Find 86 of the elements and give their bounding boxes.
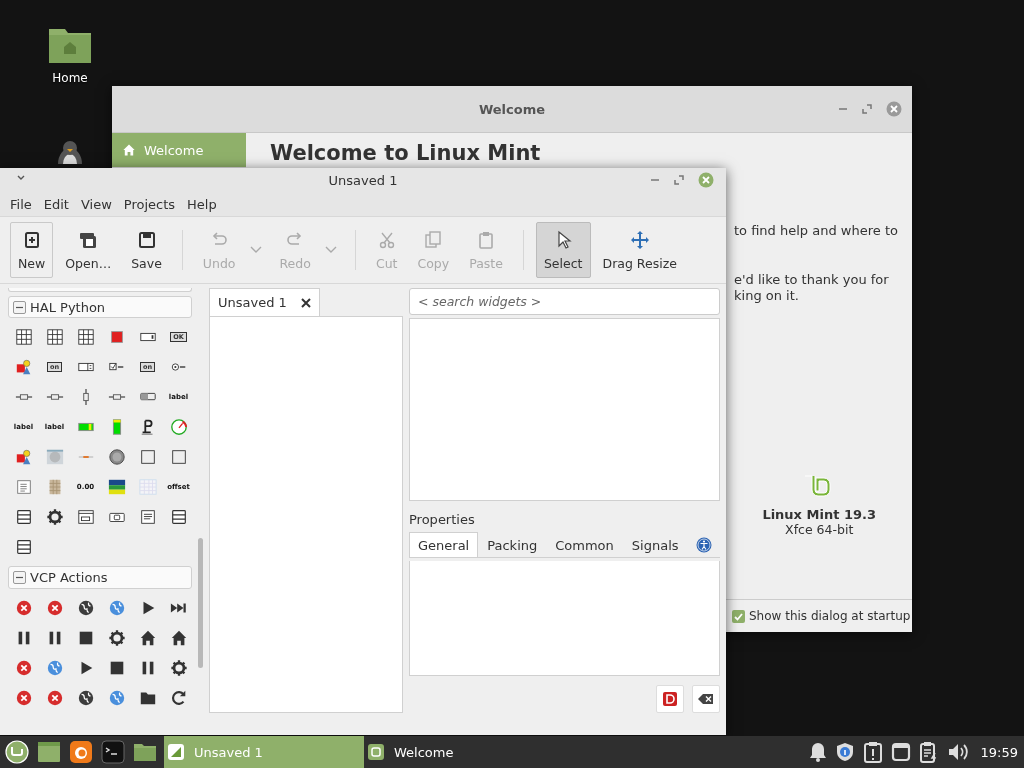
product-name: Linux Mint 19.3	[762, 507, 876, 522]
globe-icon[interactable]	[76, 689, 95, 707]
menu-icon[interactable]	[5, 740, 29, 764]
properties-tab[interactable]: Common	[546, 532, 623, 558]
move-arrows-icon	[629, 229, 650, 250]
palette-group-header[interactable]: HAL Python	[8, 295, 192, 319]
welcome-heading: Welcome to Linux Mint	[270, 141, 542, 165]
properties-tab[interactable]: Signals	[622, 532, 688, 558]
paragraph: to find help and where to	[734, 223, 899, 239]
chevron-icon[interactable]	[16, 174, 26, 182]
grid-icon[interactable]	[45, 328, 64, 347]
toolbar-button[interactable]: Drag Resize	[594, 222, 685, 278]
window-title: Unsaved 1	[328, 172, 398, 188]
toolbar-button[interactable]: Open…	[57, 222, 120, 278]
clock: 19:59	[980, 744, 1018, 760]
rows-icon[interactable]	[169, 508, 188, 527]
properties-tab[interactable]: General	[409, 532, 479, 558]
shield-icon[interactable]	[834, 742, 855, 762]
window-icon[interactable]	[890, 742, 911, 762]
error-circle-icon[interactable]	[14, 659, 33, 677]
knob-icon[interactable]	[107, 448, 126, 467]
toolbar-button[interactable]: New	[10, 222, 54, 278]
app-icon	[368, 744, 384, 760]
person-icon[interactable]	[14, 358, 33, 377]
close-icon[interactable]	[300, 297, 311, 308]
scrollbar-thumb[interactable]	[198, 538, 203, 668]
bell-icon[interactable]	[808, 742, 827, 762]
gear-icon[interactable]	[169, 659, 188, 677]
palette-group-header[interactable]: VCP Actions	[8, 566, 192, 589]
folder-icon[interactable]	[133, 742, 157, 762]
error-circle-icon[interactable]	[45, 689, 64, 707]
battery-icon[interactable]	[918, 741, 939, 763]
collapse-toggle[interactable]	[13, 300, 26, 314]
window-icon[interactable]	[76, 508, 95, 527]
gear-icon[interactable]	[107, 629, 126, 647]
checkbox-label[interactable]: Show this dialog at startup	[749, 609, 911, 623]
person-icon[interactable]	[14, 448, 33, 467]
letter-d-icon	[662, 691, 678, 707]
grid-icon[interactable]	[76, 328, 95, 347]
search-field[interactable]: < search widgets >	[409, 288, 720, 316]
edition-label: Xfce 64-bit	[785, 522, 854, 537]
document-tab[interactable]: Unsaved 1	[209, 288, 320, 316]
volume-icon[interactable]	[946, 742, 969, 762]
error-circle-icon[interactable]	[14, 689, 33, 707]
refresh-icon[interactable]	[169, 689, 188, 707]
rows-icon[interactable]	[14, 508, 33, 527]
terminal-icon[interactable]	[101, 740, 125, 764]
menu-item[interactable]: Edit	[37, 196, 75, 212]
properties-tab[interactable]: Packing	[478, 532, 547, 558]
copy-icon	[423, 229, 444, 250]
startup-checkbox[interactable]	[732, 609, 745, 623]
menu-item[interactable]: Projects	[117, 196, 182, 212]
error-circle-icon[interactable]	[14, 599, 33, 617]
properties-title: Properties	[409, 512, 476, 528]
clear-button[interactable]	[692, 685, 720, 713]
grid-icon[interactable]	[14, 328, 33, 347]
app-icon	[168, 744, 184, 760]
rows-icon[interactable]	[14, 538, 33, 557]
desktop-icon-label[interactable]: Home	[52, 71, 88, 85]
paragraph: e'd like to thank you for king on it.	[734, 272, 890, 304]
error-circle-icon[interactable]	[45, 599, 64, 617]
globe-icon[interactable]	[76, 599, 95, 617]
square-icon[interactable]	[169, 448, 188, 467]
browser-icon[interactable]	[69, 740, 93, 764]
backspace-icon	[698, 693, 714, 705]
home-icon[interactable]	[169, 629, 188, 647]
chart-image-icon[interactable]	[107, 478, 126, 497]
home-icon	[122, 143, 136, 157]
window-title: Welcome	[478, 101, 546, 117]
home-icon[interactable]	[138, 629, 157, 647]
debug-button[interactable]	[656, 685, 684, 713]
toolbar-button[interactable]: Save	[123, 222, 170, 278]
menu-item[interactable]: Help	[181, 196, 223, 212]
gauge-icon[interactable]	[169, 418, 188, 437]
accessibility-icon[interactable]	[695, 536, 712, 553]
lines-icon[interactable]	[138, 508, 157, 527]
square-icon[interactable]	[138, 448, 157, 467]
taskbar-task[interactable]: Welcome	[364, 736, 564, 768]
window-icon[interactable]	[37, 741, 61, 763]
menu-item[interactable]: File	[4, 196, 38, 212]
toolbar-button[interactable]: Select	[535, 222, 591, 278]
menu-item[interactable]: View	[74, 196, 118, 212]
gear-icon[interactable]	[45, 508, 64, 527]
collapse-toggle[interactable]	[13, 571, 26, 585]
document-icon[interactable]	[14, 478, 33, 497]
clipboard-icon[interactable]	[862, 741, 883, 763]
